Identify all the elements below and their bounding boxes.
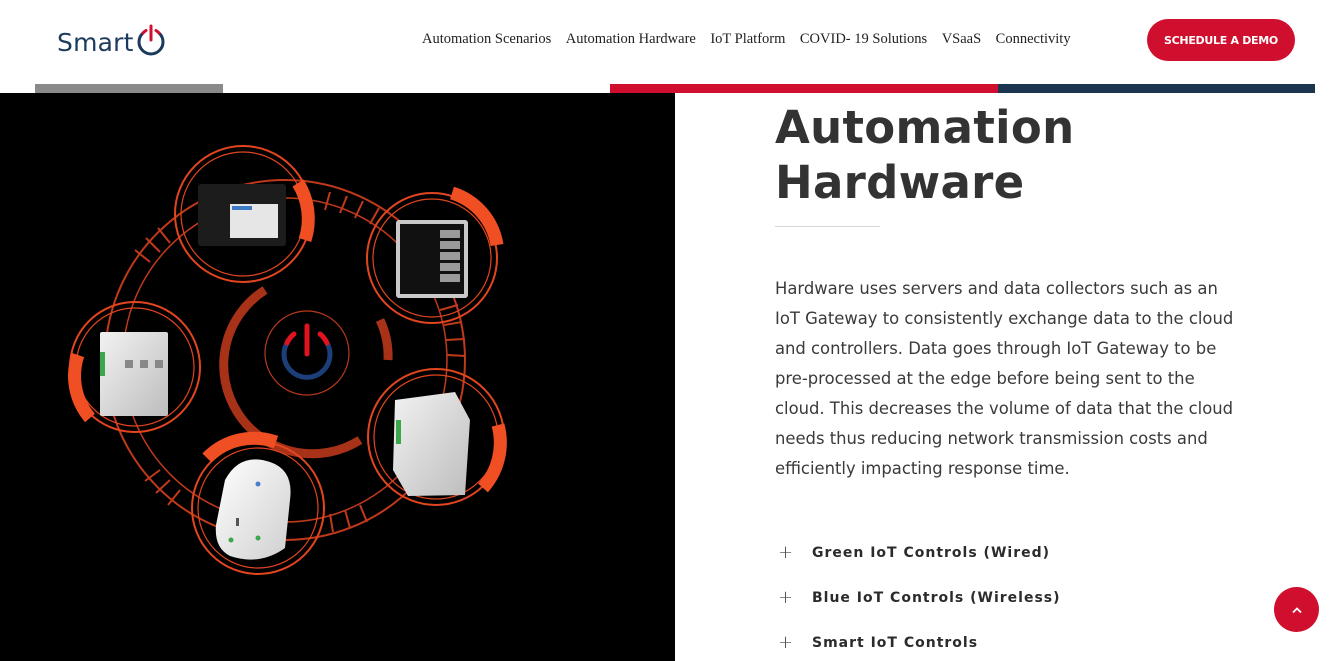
page-title-line1: Automation — [775, 101, 1075, 154]
device-din-module-right — [367, 368, 507, 506]
plus-icon: + — [778, 542, 794, 563]
content-section: Automation Hardware Hardware uses server… — [775, 100, 1275, 484]
nav-automation-hardware[interactable]: Automation Hardware — [566, 31, 696, 48]
description: Hardware uses servers and data collector… — [775, 279, 1234, 478]
accordion-item-blue-iot[interactable]: + Blue IoT Controls (Wireless) — [775, 575, 1275, 620]
plus-icon: + — [778, 587, 794, 608]
device-touch-panel — [366, 186, 504, 324]
schedule-demo-button[interactable]: SCHEDULE A DEMO — [1147, 19, 1295, 61]
decorative-bar-gray — [35, 84, 223, 93]
device-smart-plug — [191, 431, 325, 575]
logo[interactable]: Smart — [57, 24, 167, 58]
decorative-bar-navy — [998, 84, 1315, 93]
accordion-label: Blue IoT Controls (Wireless) — [812, 589, 1061, 606]
nav-automation-scenarios[interactable]: Automation Scenarios — [422, 31, 551, 48]
hardware-illustration — [68, 145, 507, 575]
scroll-to-top-button[interactable] — [1274, 587, 1319, 632]
accordion-item-smart-iot[interactable]: + Smart IoT Controls — [775, 620, 1275, 661]
nav-iot-platform[interactable]: IoT Platform — [710, 31, 785, 48]
logo-text: Smart — [57, 27, 134, 57]
title-divider — [775, 226, 880, 227]
power-icon — [137, 24, 165, 56]
nav-covid-solutions[interactable]: COVID- 19 Solutions — [800, 31, 927, 48]
main-nav: Automation Scenarios Automation Hardware… — [422, 31, 1085, 48]
decorative-bar-red — [610, 84, 998, 93]
center-power-icon — [264, 310, 350, 396]
site-header: Smart Automation Scenarios Automation Ha… — [0, 0, 1344, 84]
nav-connectivity[interactable]: Connectivity — [996, 31, 1071, 48]
device-din-module-left — [68, 301, 201, 433]
device-gateway-box — [174, 145, 315, 283]
page-title: Automation Hardware — [775, 100, 1275, 210]
page-title-line2: Hardware — [775, 156, 1025, 209]
chevron-up-icon — [1291, 606, 1302, 613]
accordion: + Green IoT Controls (Wired) + Blue IoT … — [775, 530, 1275, 661]
nav-vsaas[interactable]: VSaaS — [942, 31, 981, 48]
hero-image — [0, 93, 675, 661]
plus-icon: + — [778, 632, 794, 653]
accordion-item-green-iot[interactable]: + Green IoT Controls (Wired) — [775, 530, 1275, 575]
accordion-label: Green IoT Controls (Wired) — [812, 544, 1051, 561]
accordion-label: Smart IoT Controls — [812, 634, 979, 651]
